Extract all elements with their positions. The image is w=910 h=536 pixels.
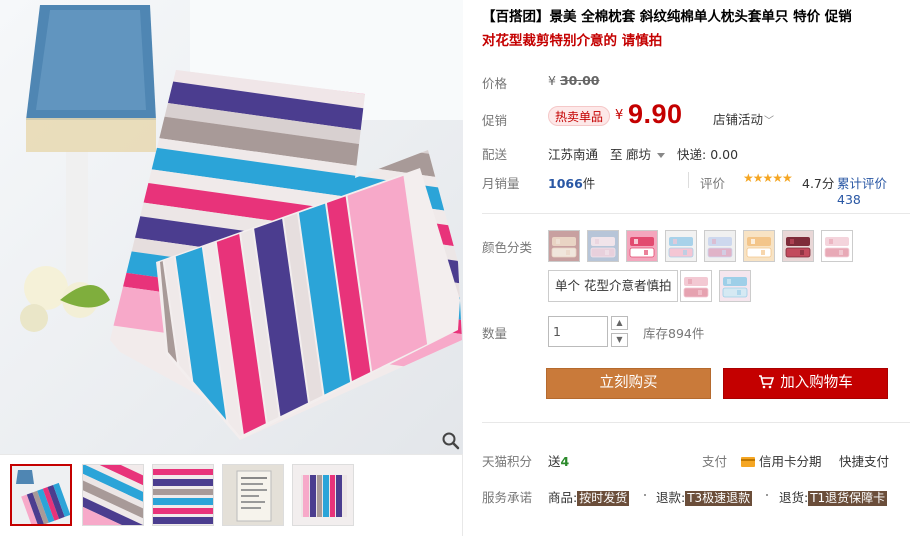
sku-swatch-4[interactable] bbox=[665, 230, 697, 262]
add-to-cart-label: 加入购物车 bbox=[780, 375, 853, 391]
divider bbox=[482, 422, 910, 423]
original-price-currency: ¥ bbox=[548, 73, 556, 88]
thumbnail-3[interactable] bbox=[152, 464, 214, 526]
promo-currency: ¥ bbox=[615, 108, 624, 123]
points-value: 送4 bbox=[548, 451, 569, 470]
buy-now-button[interactable]: 立刻购买 bbox=[546, 368, 711, 399]
stock-count: 库存894件 bbox=[643, 326, 705, 341]
promise-tag: 按时发货 bbox=[577, 491, 630, 506]
credit-card-icon bbox=[741, 457, 755, 467]
sku-option-text[interactable]: 单个 花型介意者慎拍 bbox=[548, 270, 679, 302]
original-price: ¥30.00 bbox=[548, 73, 600, 88]
ship-to-selector[interactable]: 廊坊 bbox=[626, 144, 666, 163]
quantity-label: 数量 bbox=[482, 326, 508, 341]
thumbnail-2[interactable] bbox=[82, 464, 144, 526]
ship-to-city: 廊坊 bbox=[626, 147, 652, 162]
magnifier-icon[interactable] bbox=[441, 431, 461, 451]
points-label: 天猫积分 bbox=[482, 454, 533, 469]
original-price-value: 30.00 bbox=[559, 73, 600, 88]
monthly-sales-unit: 件 bbox=[582, 176, 596, 191]
ship-from-city: 江苏南通 bbox=[548, 147, 599, 162]
quantity-decrease-button[interactable]: ▼ bbox=[611, 333, 628, 347]
color-category-label: 颜色分类 bbox=[482, 240, 533, 255]
credit-card-installment[interactable]: 信用卡分期 bbox=[741, 451, 822, 470]
promise-prefix: 退款: bbox=[656, 490, 686, 505]
quantity-increase-button[interactable]: ▲ bbox=[611, 316, 628, 330]
shipping-fee-value: 0.00 bbox=[710, 147, 739, 162]
rating-score: 4.7分 bbox=[802, 176, 835, 191]
thumbnail-1[interactable] bbox=[10, 464, 72, 526]
promise-return[interactable]: 退货: T1退货保障卡 bbox=[779, 487, 888, 506]
sku-swatch-8[interactable] bbox=[821, 230, 853, 262]
pillow-photo bbox=[0, 0, 463, 454]
ship-from: 江苏南通 至 bbox=[548, 144, 623, 163]
promo-badge: 热卖单品 bbox=[548, 106, 611, 126]
points-prefix: 送 bbox=[548, 454, 561, 469]
sku-swatch-1[interactable] bbox=[548, 230, 580, 262]
rating-label: 评价 bbox=[700, 176, 726, 191]
promise-prefix: 商品: bbox=[548, 490, 578, 505]
monthly-sales-count: 1066 bbox=[548, 176, 583, 191]
rating-stars: ★★★★★ bbox=[743, 171, 793, 185]
shop-event-dropdown[interactable]: 店铺活动﹀ bbox=[713, 109, 774, 128]
shipping-fee: 快递: 0.00 bbox=[677, 144, 738, 163]
credit-card-installment-label: 信用卡分期 bbox=[759, 454, 822, 469]
separator-dot bbox=[766, 494, 768, 496]
promo-price: 9.90 bbox=[628, 99, 683, 129]
promise-shipping[interactable]: 商品: 按时发货 bbox=[548, 487, 630, 506]
price-box: 价格 ¥30.00 促销 热卖单品 ¥ 9.90 店铺活动﹀ 配送 江苏南通 至… bbox=[482, 60, 910, 207]
add-to-cart-button[interactable]: 加入购物车 bbox=[723, 368, 888, 399]
sales-label: 月销量 bbox=[482, 176, 520, 191]
shop-event-label: 店铺活动 bbox=[713, 112, 764, 127]
monthly-sales: 1066件 bbox=[548, 173, 595, 192]
product-gallery bbox=[0, 0, 463, 536]
service-promise-label: 服务承诺 bbox=[482, 490, 533, 505]
promise-tag: T3极速退款 bbox=[685, 491, 753, 506]
promo-label: 促销 bbox=[482, 113, 508, 128]
shipping-fee-label: 快递: bbox=[677, 147, 707, 162]
sku-swatch-9[interactable] bbox=[680, 270, 712, 302]
sku-swatch-6[interactable] bbox=[743, 230, 775, 262]
price-label: 价格 bbox=[482, 76, 508, 91]
points-number: 4 bbox=[560, 454, 570, 469]
quantity-input[interactable] bbox=[548, 316, 608, 347]
cart-icon bbox=[759, 375, 775, 389]
sku-swatch-2[interactable] bbox=[587, 230, 619, 262]
sku-swatch-7[interactable] bbox=[782, 230, 814, 262]
thumbnail-4[interactable] bbox=[222, 464, 284, 526]
promise-tag: T1退货保障卡 bbox=[808, 491, 888, 506]
review-count-link[interactable]: 累计评价438 bbox=[837, 173, 910, 207]
divider bbox=[482, 213, 910, 214]
caret-down-icon bbox=[657, 153, 666, 158]
sku-swatch-3[interactable] bbox=[626, 230, 658, 262]
product-info-panel: 【百搭团】景美 全棉枕套 斜纹纯棉单人枕头套单只 特价 促销 对花型裁剪特别介意… bbox=[482, 0, 910, 536]
main-product-image[interactable] bbox=[0, 0, 463, 455]
sku-swatch-10[interactable] bbox=[719, 270, 751, 302]
separator-dot bbox=[644, 494, 646, 496]
ship-to-word: 至 bbox=[610, 147, 623, 162]
promise-prefix: 退货: bbox=[779, 490, 809, 505]
product-title: 【百搭团】景美 全棉枕套 斜纹纯棉单人枕头套单只 特价 促销 bbox=[482, 9, 852, 25]
product-subtitle: 对花型裁剪特别介意的 请慎拍 bbox=[482, 33, 663, 49]
quick-pay[interactable]: 快捷支付 bbox=[839, 451, 889, 470]
sku-swatch-5[interactable] bbox=[704, 230, 736, 262]
promise-refund[interactable]: 退款: T3极速退款 bbox=[656, 487, 753, 506]
thumbnail-5[interactable] bbox=[292, 464, 354, 526]
chevron-down-icon: ﹀ bbox=[764, 116, 775, 127]
shipping-label: 配送 bbox=[482, 147, 508, 162]
divider bbox=[688, 172, 689, 188]
payment-label: 支付 bbox=[702, 454, 728, 469]
